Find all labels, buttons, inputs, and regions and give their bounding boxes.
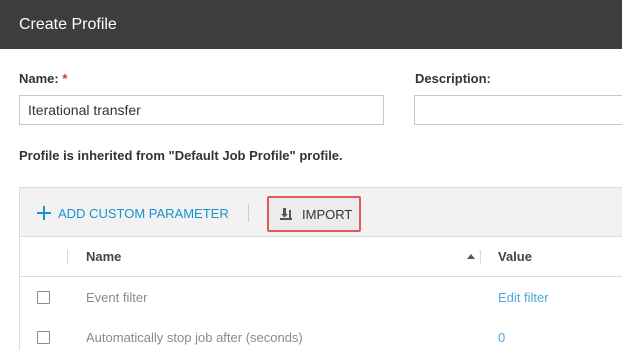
row-checkbox[interactable]: [37, 291, 50, 304]
inherit-note: Profile is inherited from "Default Job P…: [19, 148, 343, 163]
parameter-name: Event filter: [86, 290, 148, 305]
table-header: Name Value: [20, 237, 622, 277]
row-checkbox[interactable]: [37, 331, 50, 344]
description-input[interactable]: [414, 95, 622, 125]
dialog-header: Create Profile: [0, 0, 622, 49]
name-input[interactable]: [19, 95, 384, 125]
import-label: IMPORT: [302, 206, 353, 222]
table-row: Automatically stop job after (seconds) 0: [20, 318, 622, 350]
name-label-group: Name: *: [19, 71, 67, 86]
dialog-title: Create Profile: [19, 15, 117, 33]
parameters-panel: ADD CUSTOM PARAMETER IMPORT Name Value E…: [19, 187, 622, 350]
table-row: Event filter Edit filter: [20, 278, 622, 318]
column-divider: [67, 250, 68, 264]
add-custom-parameter-button[interactable]: ADD CUSTOM PARAMETER: [37, 203, 229, 223]
sort-ascending-icon[interactable]: [467, 254, 475, 259]
parameters-toolbar: ADD CUSTOM PARAMETER IMPORT: [20, 188, 622, 237]
parameter-value-link[interactable]: 0: [498, 330, 505, 345]
edit-filter-link[interactable]: Edit filter: [498, 290, 549, 305]
add-custom-parameter-label: ADD CUSTOM PARAMETER: [58, 205, 229, 221]
column-divider: [480, 250, 481, 264]
toolbar-divider: [248, 204, 249, 222]
required-mark: *: [62, 71, 68, 86]
column-header-value[interactable]: Value: [498, 249, 532, 264]
import-button[interactable]: IMPORT: [267, 196, 361, 232]
plus-icon: [37, 206, 51, 220]
column-header-name[interactable]: Name: [86, 249, 121, 264]
description-label: Description:: [415, 71, 491, 86]
import-icon: [280, 208, 292, 220]
parameter-name: Automatically stop job after (seconds): [86, 330, 303, 345]
name-label: Name:: [19, 71, 59, 86]
